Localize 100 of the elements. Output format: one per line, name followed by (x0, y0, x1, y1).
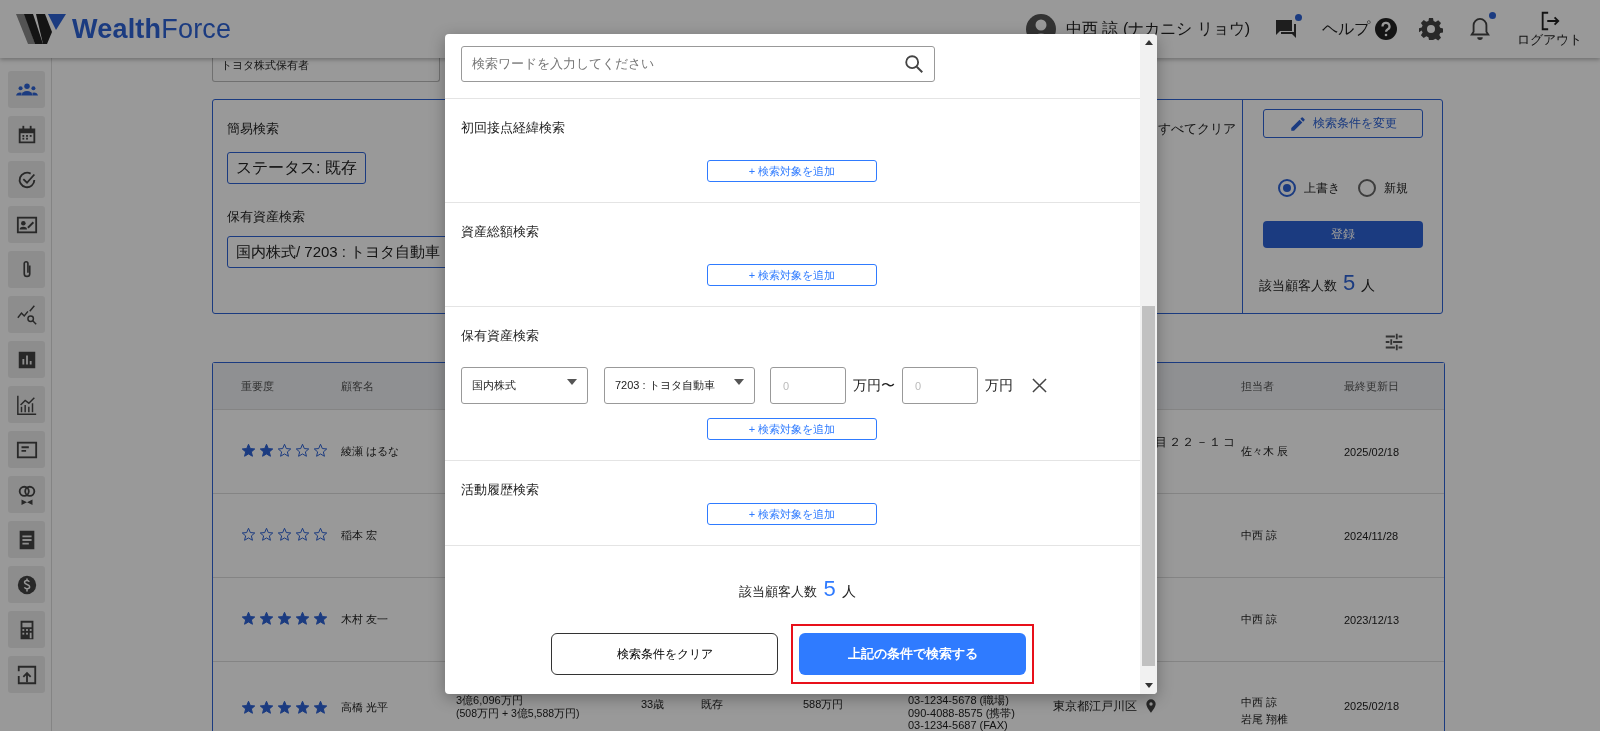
star-icon (277, 527, 292, 542)
settings-icon[interactable] (1419, 17, 1443, 41)
sidebar-item[interactable] (8, 251, 45, 288)
radio-option[interactable]: 上書き (1277, 179, 1340, 197)
sidebar-item[interactable] (8, 431, 45, 468)
help-icon[interactable] (1375, 18, 1397, 40)
growth-chart-icon (15, 393, 38, 416)
table-cell: 2024/11/28 (1344, 529, 1399, 542)
column-header[interactable]: 顧客名 (341, 379, 374, 392)
star-icon (277, 700, 292, 715)
column-header[interactable]: 担当者 (1241, 379, 1274, 392)
star-rating[interactable] (241, 443, 328, 458)
table-cell[interactable]: 稲本 宏 (341, 529, 378, 541)
star-icon (241, 443, 256, 458)
star-icon (241, 527, 256, 542)
star-icon (313, 443, 328, 458)
star-icon (259, 700, 274, 715)
table-cell[interactable]: 高橋 光平 (341, 701, 389, 713)
table-cell: 33歳 (641, 698, 665, 710)
table-cell-text: 佐々木 辰 (1241, 444, 1290, 459)
scrollbar[interactable] (1140, 34, 1157, 694)
table-cell-text: 中西 諒 岩尾 翔椎 (1241, 695, 1290, 727)
scrollbar-thumb[interactable] (1142, 306, 1155, 666)
star-icon (295, 443, 310, 458)
column-header[interactable]: 重要度 (241, 379, 274, 392)
star-icon (277, 611, 292, 626)
star-icon (313, 527, 328, 542)
sidebar-item[interactable] (8, 206, 45, 243)
add-target-button[interactable]: + 検索対象を追加 (707, 503, 877, 525)
category-select[interactable]: 国内株式 (461, 367, 588, 404)
sidebar-item[interactable] (8, 521, 45, 558)
star-icon (259, 527, 274, 542)
clear-all-link[interactable]: すべてクリア (1158, 120, 1236, 138)
table-cell: 2025/02/18 (1344, 700, 1400, 712)
count-value: 5 (1343, 270, 1356, 296)
radio-circle[interactable] (1357, 179, 1376, 197)
unit-label: 万円 (985, 376, 1013, 395)
radio-circle[interactable] (1277, 179, 1296, 197)
radio-option[interactable]: 新規 (1357, 179, 1408, 197)
section-label: 保有資産検索 (227, 208, 305, 226)
caret-icon (734, 378, 744, 385)
caret-icon (567, 378, 577, 385)
sidebar-item[interactable] (8, 656, 45, 693)
min-amount-field[interactable]: 0 (770, 367, 846, 404)
star-rating[interactable] (241, 527, 328, 542)
max-amount-field[interactable]: 0 (902, 367, 978, 404)
section-title: 活動履歴検索 (461, 482, 539, 498)
add-target-button[interactable]: + 検索対象を追加 (707, 160, 877, 182)
bell-icon[interactable] (1469, 17, 1491, 41)
star-icon (313, 700, 328, 715)
search-icon[interactable] (903, 53, 925, 75)
table-cell-text: 3億6,096万円 (456, 694, 524, 707)
table-cell: 2025/02/18 (1344, 445, 1400, 458)
sidebar-item[interactable] (8, 476, 45, 513)
section-title: 初回接点経緯検索 (461, 120, 565, 136)
star-icon (295, 611, 310, 626)
table-cell: 東京都江戸川区 (1053, 697, 1137, 715)
column-header[interactable]: 最終更新日 (1344, 379, 1399, 392)
star-icon (259, 443, 274, 458)
help-link[interactable]: ヘルプ (1322, 18, 1370, 40)
sidebar-item[interactable] (8, 341, 45, 378)
close-icon[interactable] (1032, 378, 1047, 393)
table-cell: 588万円 (803, 698, 844, 710)
star-icon (241, 611, 256, 626)
count-label: 該当顧客人数 (739, 583, 818, 601)
search-name-field[interactable]: トヨタ株式保有者 (212, 58, 440, 82)
add-target-button[interactable]: + 検索対象を追加 (707, 264, 877, 286)
count-unit: 人 (1361, 277, 1376, 295)
table-cell-text: 中西 諒 (1241, 528, 1279, 543)
clear-conditions-button[interactable]: 検索条件をクリア (551, 633, 778, 675)
search-button[interactable]: 上記の条件で検索する (799, 633, 1026, 675)
sidebar-item[interactable] (8, 71, 45, 108)
unit-label: 万円〜 (853, 376, 895, 395)
star-rating[interactable] (241, 700, 328, 715)
filter-settings-icon[interactable] (1383, 331, 1405, 353)
scroll-down-icon[interactable] (1144, 683, 1153, 688)
filter-chip[interactable]: ステータス: 既存 (227, 152, 366, 184)
sidebar-item[interactable] (8, 386, 45, 423)
register-button[interactable]: 登録 (1262, 221, 1423, 248)
table-cell-text: (508万円 + 3億5,588万円) (456, 707, 581, 719)
stock-select[interactable]: 7203 : トヨタ自動車 (604, 367, 755, 404)
star-rating[interactable] (241, 611, 328, 626)
sidebar-item[interactable] (8, 161, 45, 198)
search-field[interactable]: 検索ワードを入力してください (461, 46, 935, 82)
count-label: 該当顧客人数 (1259, 277, 1337, 295)
scroll-up-icon[interactable] (1144, 40, 1153, 45)
pencil-icon (1288, 114, 1307, 133)
star-icon (295, 527, 310, 542)
table-cell[interactable]: 木村 友一 (341, 613, 389, 625)
table-cell: 2023/12/13 (1344, 613, 1400, 626)
edit-conditions-button[interactable]: 検索条件を変更 (1262, 109, 1423, 138)
sidebar-item[interactable] (8, 566, 45, 603)
logo-text: WealthForce (72, 13, 232, 45)
sidebar-item[interactable] (8, 611, 45, 648)
add-target-button[interactable]: + 検索対象を追加 (707, 418, 877, 440)
section-title: 保有資産検索 (461, 328, 539, 344)
sidebar-item[interactable] (8, 116, 45, 153)
logout-label[interactable]: ログアウト (1517, 31, 1582, 49)
sidebar-item[interactable] (8, 296, 45, 333)
table-cell[interactable]: 綾瀬 はるな (341, 445, 400, 457)
